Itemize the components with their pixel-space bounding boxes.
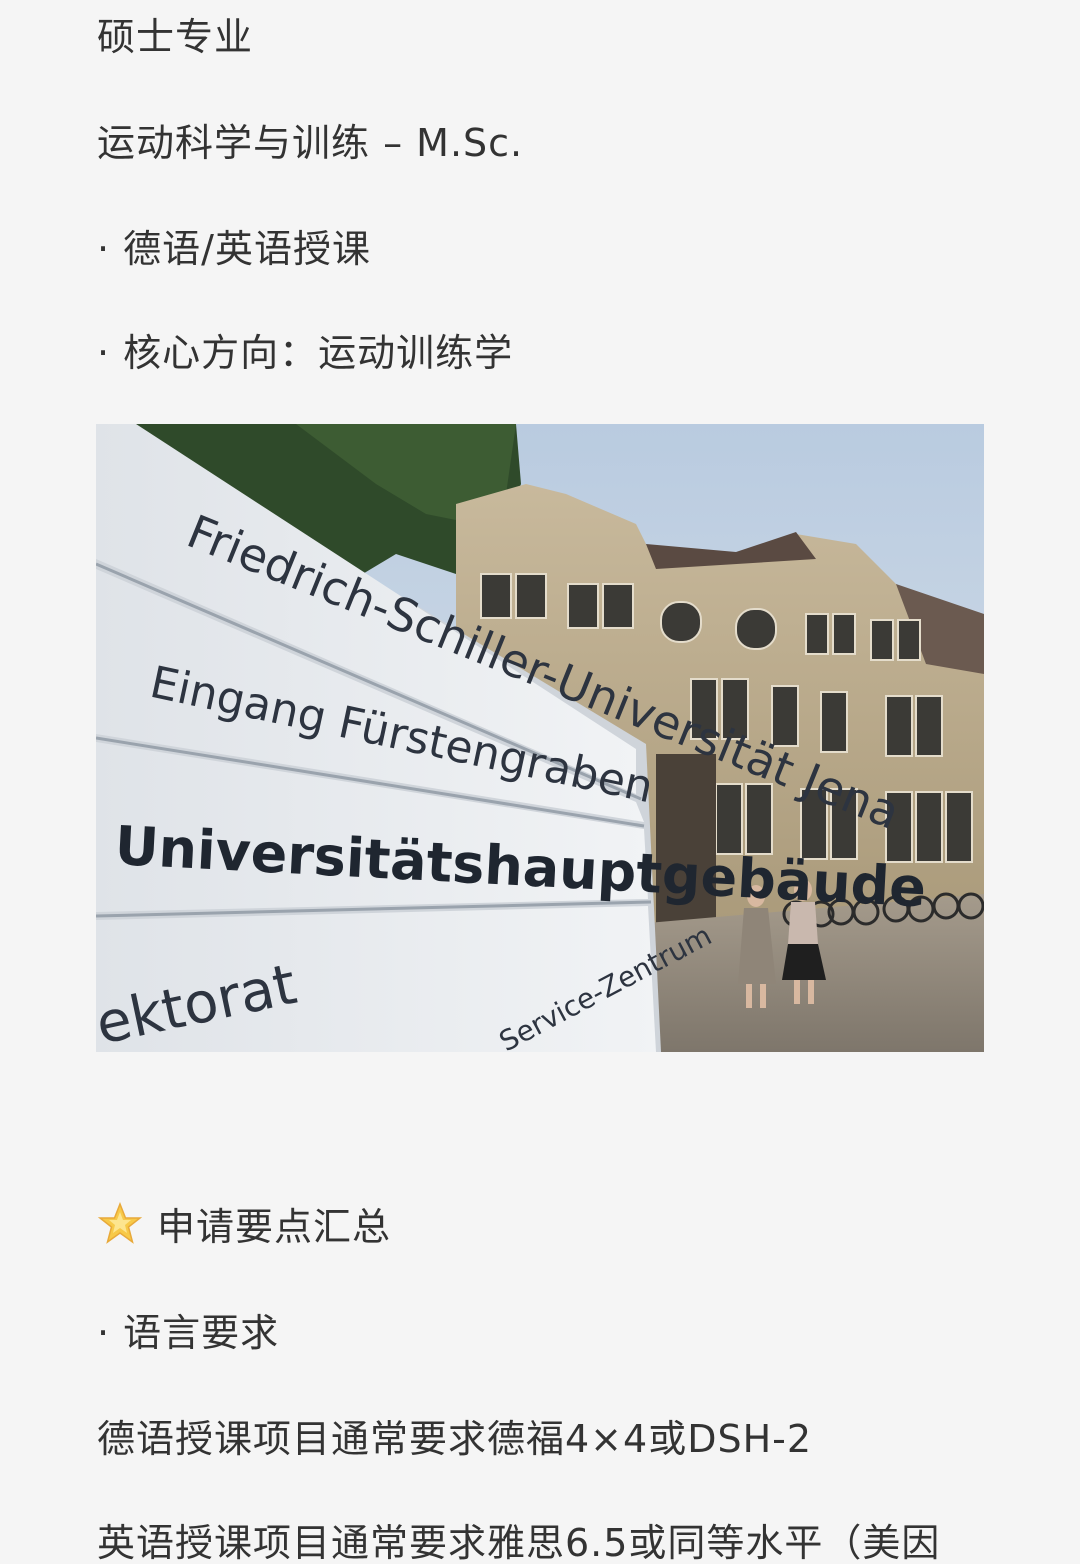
university-photo: Friedrich-Schiller-Universität Jena Eing… bbox=[96, 424, 984, 1052]
bullet-core-direction: · 核心方向：运动训练学 bbox=[97, 331, 514, 375]
german-requirement: 德语授课项目通常要求德福4×4或DSH-2 bbox=[97, 1417, 813, 1461]
english-requirement: 英语授课项目通常要求雅思6.5或同等水平（美因 bbox=[97, 1521, 941, 1564]
bullet-language-requirements: · 语言要求 bbox=[97, 1311, 280, 1355]
heading-text: 硕士专业 bbox=[97, 15, 254, 59]
program-name: 运动科学与训练 – M.Sc. bbox=[97, 121, 524, 165]
section-title: 申请要点汇总 bbox=[157, 1205, 392, 1249]
article-page: 硕士专业 运动科学与训练 – M.Sc. · 德语/英语授课 · 核心方向：运动… bbox=[0, 0, 1080, 1564]
section-heading: 申请要点汇总 bbox=[97, 1201, 392, 1252]
star-icon bbox=[97, 1201, 143, 1248]
bullet-teaching-language: · 德语/英语授课 bbox=[97, 227, 371, 271]
